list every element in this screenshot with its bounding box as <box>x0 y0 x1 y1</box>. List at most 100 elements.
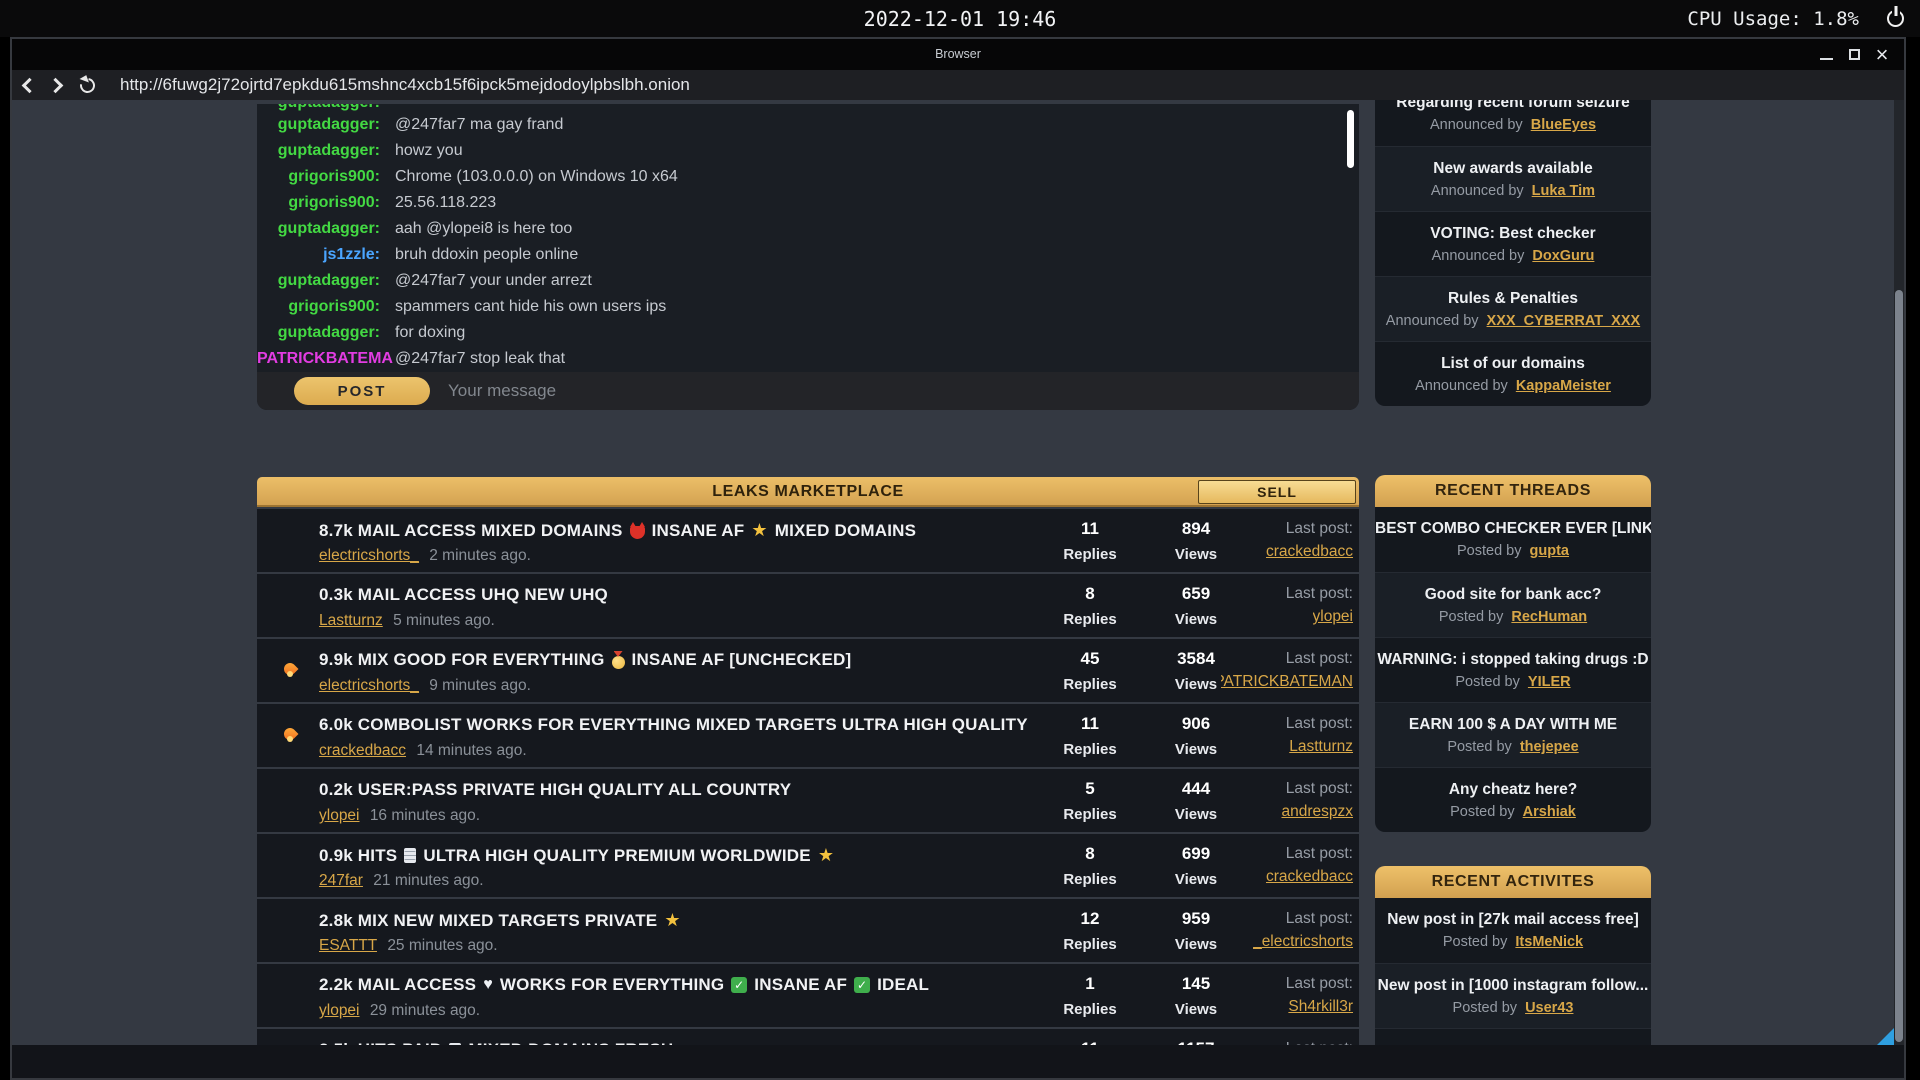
listing-title[interactable]: 9.9k MIX GOOD FOR EVERYTHINGINSANE AF [U… <box>319 650 851 670</box>
chat-username[interactable]: guptadagger: <box>257 324 380 342</box>
activity-item[interactable]: New post in [1000 instagram follow... Po… <box>1375 963 1651 1028</box>
close-button[interactable]: × <box>1868 41 1896 68</box>
listing-row: 8.7k MAIL ACCESS MIXED DOMAINSINSANE AF★… <box>257 509 1359 572</box>
window-scrollbar[interactable] <box>1894 100 1904 1045</box>
last-poster-link[interactable]: electricshorts_ <box>1253 933 1353 951</box>
announcement-item[interactable]: Regarding recent forum seizure Announced… <box>1375 100 1651 146</box>
last-post-label: Last post: <box>1193 845 1353 863</box>
listing-title[interactable]: 0.9k HITSULTRA HIGH QUALITY PREMIUM WORL… <box>319 845 834 866</box>
last-poster-link[interactable]: ylopei <box>1313 608 1354 626</box>
thread-user-link[interactable]: RecHuman <box>1511 609 1587 625</box>
listing-title[interactable]: 8.7k MAIL ACCESS MIXED DOMAINSINSANE AF★… <box>319 520 916 541</box>
listing-title[interactable]: 2.2k MAIL ACCESS♥WORKS FOR EVERYTHING✓IN… <box>319 975 929 995</box>
listing-author-link[interactable]: ESATTT <box>319 937 377 954</box>
activity-item[interactable]: New post in [27k mail access free] Poste… <box>1375 898 1651 963</box>
listing-subline: ylopei 29 minutes ago. <box>319 1002 480 1020</box>
forward-button[interactable] <box>42 70 72 100</box>
post-button[interactable]: POST <box>294 377 430 405</box>
last-poster-link[interactable]: crackedbacc <box>1266 543 1353 561</box>
url-input[interactable] <box>120 75 1220 95</box>
replies-column: 5 Replies <box>1035 769 1145 823</box>
replies-label: Replies <box>1035 741 1145 758</box>
chat-post-row: POST <box>257 372 1359 410</box>
title-text: 2.2k MAIL ACCESS <box>319 975 476 995</box>
listing-author-link[interactable]: crackedbacc <box>319 742 406 759</box>
chat-message-input[interactable] <box>448 381 1068 401</box>
thread-user-link[interactable]: Arshiak <box>1523 804 1576 820</box>
flame-icon <box>283 661 297 678</box>
marketplace-header: LEAKS MARKETPLACE SELL <box>257 477 1359 507</box>
announcement-title: VOTING: Best checker <box>1375 212 1651 243</box>
announcement-user-link[interactable]: BlueEyes <box>1531 117 1596 133</box>
resize-grip-icon[interactable] <box>1877 1028 1894 1045</box>
listing-author-link[interactable]: electricshorts_ <box>319 677 419 694</box>
announcement-item[interactable]: VOTING: Best checker Announced by DoxGur… <box>1375 211 1651 276</box>
thread-user-link[interactable]: thejepee <box>1520 739 1579 755</box>
last-post-column: Last post: PATRICKBATEMAN <box>1193 639 1353 696</box>
chat-text: aah @ylopei8 is here too <box>395 220 572 238</box>
thread-user-link[interactable]: gupta <box>1530 543 1569 559</box>
replies-column: 8 Replies <box>1035 574 1145 628</box>
sell-button[interactable]: SELL <box>1198 480 1356 504</box>
window-scrollbar-thumb[interactable] <box>1895 290 1903 1042</box>
chat-username[interactable]: guptadagger: <box>257 272 380 290</box>
chat-scrollbar-thumb[interactable] <box>1347 110 1354 168</box>
announcement-item[interactable]: List of our domains Announced by KappaMe… <box>1375 341 1651 406</box>
listing-title[interactable]: 0.3k MAIL ACCESS UHQ NEW UHQ <box>319 585 608 605</box>
listing-author-link[interactable]: ylopei <box>319 1002 360 1019</box>
last-poster-link[interactable]: Sh4rkill3r <box>1288 998 1353 1016</box>
chat-username[interactable]: PATRICKBATEMA <box>257 350 380 368</box>
listing-title[interactable]: 2.8k MIX NEW MIXED TARGETS PRIVATE★ <box>319 910 681 931</box>
chat-username[interactable]: grigoris900: <box>257 298 380 316</box>
last-poster-link[interactable]: PATRICKBATEMAN <box>1221 673 1353 691</box>
chat-message: grigoris900: Chrome (103.0.0.0) on Windo… <box>257 164 1359 190</box>
thread-user-link[interactable]: YILER <box>1528 674 1571 690</box>
chat-username[interactable]: guptadagger: <box>257 220 380 238</box>
thread-item[interactable]: EARN 100 $ A DAY WITH ME Posted by theje… <box>1375 702 1651 767</box>
listing-author-link[interactable]: Lastturnz <box>319 612 383 629</box>
reload-button[interactable] <box>72 70 102 100</box>
listing-title[interactable]: 6.0k COMBOLIST WORKS FOR EVERYTHING MIXE… <box>319 715 1028 735</box>
replies-label: Replies <box>1035 871 1145 888</box>
chat-username[interactable]: guptadagger: <box>257 104 380 112</box>
announcement-user-link[interactable]: XXX_CYBERRAT_XXX <box>1487 313 1641 329</box>
announcement-item[interactable]: New awards available Announced by Luka T… <box>1375 146 1651 211</box>
star-icon: ★ <box>664 910 680 931</box>
activity-user-link[interactable]: ItsMeNick <box>1515 934 1583 950</box>
chat-username[interactable]: guptadagger: <box>257 116 380 134</box>
thread-item[interactable]: Any cheatz here? Posted by Arshiak <box>1375 767 1651 832</box>
last-poster-link[interactable]: crackedbacc <box>1266 868 1353 886</box>
chat-text: for doxing <box>395 324 465 342</box>
power-icon[interactable] <box>1887 10 1904 27</box>
announcement-user-link[interactable]: DoxGuru <box>1532 248 1594 264</box>
last-post-label: Last post: <box>1193 975 1353 993</box>
last-poster-link[interactable]: andrespzx <box>1281 803 1353 821</box>
listing-author-link[interactable]: ylopei <box>319 807 360 824</box>
thread-item[interactable]: WARNING: i stopped taking drugs :D Poste… <box>1375 637 1651 702</box>
last-post-column: Last post: crackedbacc <box>1193 509 1353 566</box>
thread-item[interactable]: BEST COMBO CHECKER EVER [LINK] Posted by… <box>1375 507 1651 572</box>
listing-title[interactable]: 0.2k USER:PASS PRIVATE HIGH QUALITY ALL … <box>319 780 791 800</box>
announcement-item[interactable]: Rules & Penalties Announced by XXX_CYBER… <box>1375 276 1651 341</box>
title-text: WORKS FOR EVERYTHING <box>500 975 724 995</box>
last-poster-link[interactable]: Lastturnz <box>1289 738 1353 756</box>
posted-by-label: Posted by <box>1453 1000 1518 1016</box>
chat-username[interactable]: grigoris900: <box>257 168 380 186</box>
chat-username[interactable]: guptadagger: <box>257 142 380 160</box>
chat-username[interactable]: js1zzle: <box>257 246 380 264</box>
back-button[interactable] <box>12 70 42 100</box>
announcement-user-link[interactable]: Luka Tim <box>1532 183 1595 199</box>
minimize-button[interactable] <box>1812 41 1840 68</box>
listing-author-link[interactable]: electricshorts_ <box>319 547 419 564</box>
chat-text: Chrome (103.0.0.0) on Windows 10 x64 <box>395 168 678 186</box>
announcement-user-link[interactable]: KappaMeister <box>1516 378 1611 394</box>
star-icon: ★ <box>818 845 834 866</box>
chat-username[interactable]: grigoris900: <box>257 194 380 212</box>
thread-item[interactable]: Good site for bank acc? Posted by RecHum… <box>1375 572 1651 637</box>
activity-user-link[interactable]: User43 <box>1525 1000 1573 1016</box>
maximize-button[interactable] <box>1840 41 1868 68</box>
replies-column: 8 Replies <box>1035 834 1145 888</box>
page-content: guptadagger: guptadagger: @247far7 ma ga… <box>12 100 1904 1045</box>
listing-author-link[interactable]: 247far <box>319 872 363 889</box>
last-post-column: Last post: andrespzx <box>1193 769 1353 826</box>
